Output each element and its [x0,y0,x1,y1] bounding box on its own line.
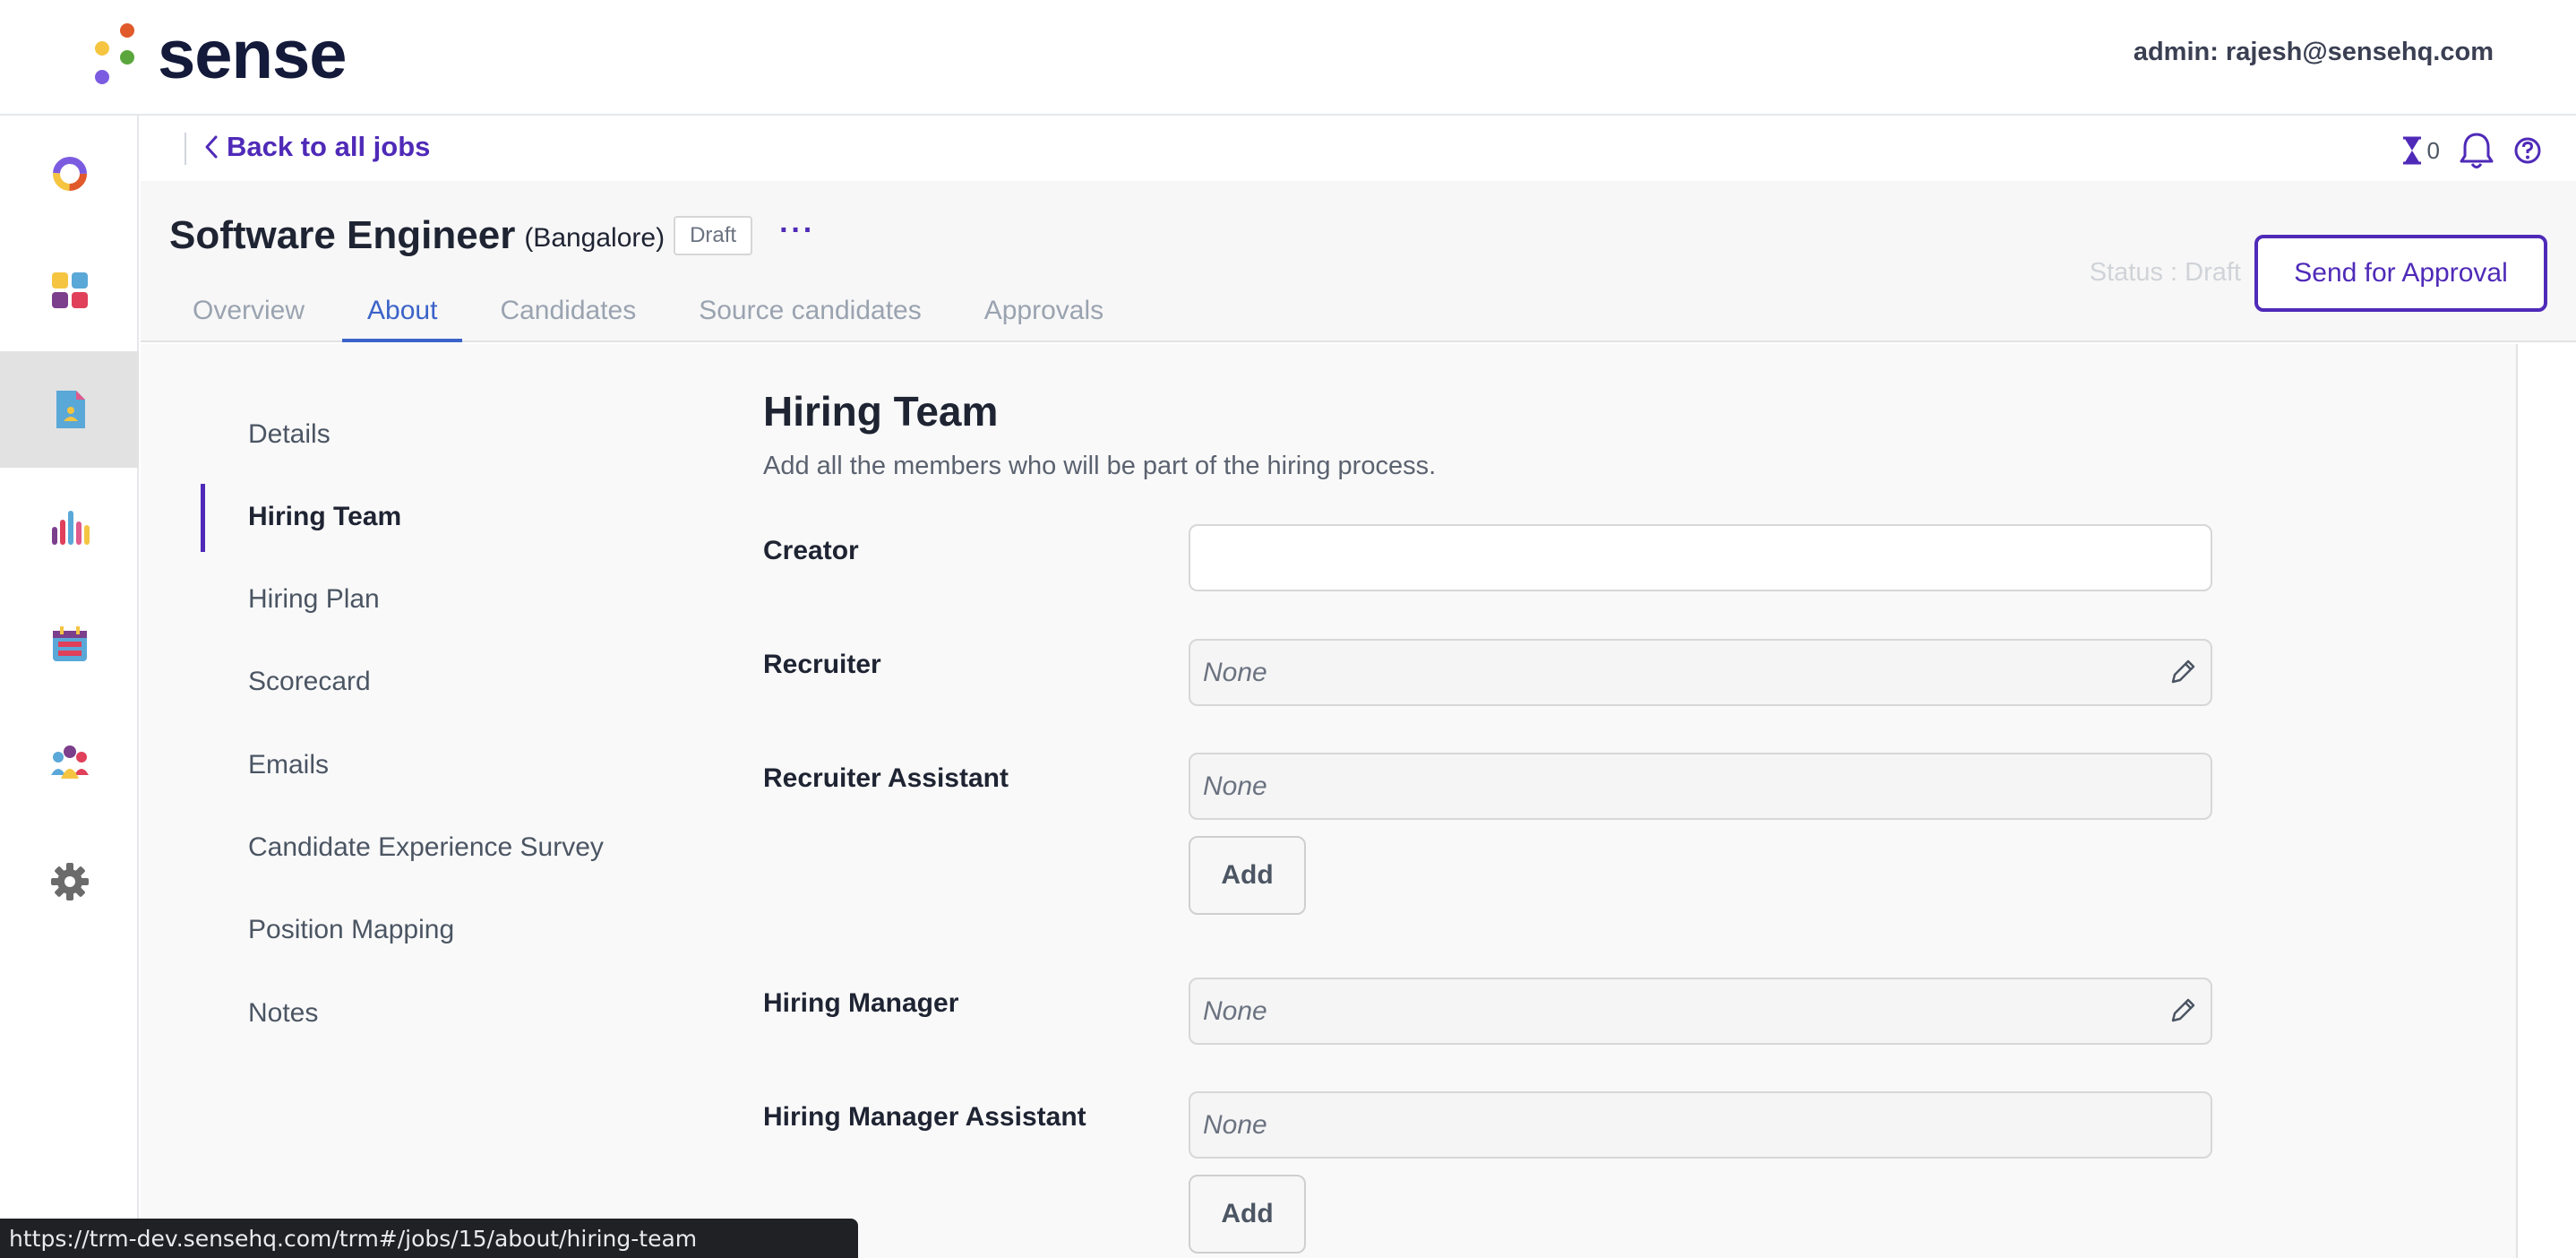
tab-candidates[interactable]: Candidates [475,285,661,342]
hiring-manager-value: None [1203,995,1267,1026]
pending-count: 0 [2426,136,2440,164]
side-nav-emails[interactable]: Emails [248,750,329,780]
job-title-row: Software Engineer (Bangalore) Draft ··· [169,213,815,258]
pencil-icon[interactable] [2168,657,2198,687]
recruiter-value: None [1203,657,1267,687]
hiring-manager-assistant-label: Hiring Manager Assistant [763,1102,1086,1132]
recruiter-field[interactable]: None [1189,639,2212,706]
hiring-manager-label: Hiring Manager [763,988,959,1018]
header-actions: 0 [2400,131,2542,170]
pending-tasks[interactable]: 0 [2400,136,2440,165]
job-location: (Bangalore) [524,223,665,253]
side-nav-hiring-team[interactable]: Hiring Team [248,502,401,532]
bar-chart-icon [51,511,90,545]
sub-header: Back to all jobs 0 [141,116,2576,181]
recruiter-label: Recruiter [763,650,881,679]
dashboard-grid-icon [51,272,88,308]
job-header: Software Engineer (Bangalore) Draft ··· … [141,181,2576,342]
rail-item-calendar[interactable] [0,586,139,702]
pencil-icon[interactable] [2168,995,2198,1026]
job-tabs: Overview About Candidates Source candida… [167,285,1141,342]
browser-status-url: https://trm-dev.sensehq.com/trm#/jobs/15… [0,1219,858,1258]
hourglass-icon [2402,136,2421,165]
creator-label: Creator [763,536,859,565]
more-options-button[interactable]: ··· [779,213,815,248]
rail-item-jobs[interactable] [0,351,139,468]
job-status-text: Status : Draft [2089,258,2241,287]
divider [185,133,186,165]
main-content: Details Hiring Team Hiring Plan Scorecar… [141,344,2516,1258]
status-badge: Draft [674,216,753,255]
back-link-label: Back to all jobs [227,131,431,162]
rail-item-dashboard-donut[interactable] [0,116,139,232]
left-rail-nav [0,116,139,1258]
section-subtitle: Add all the members who will be part of … [763,452,1437,480]
donut-chart-icon [52,157,87,191]
tab-source-candidates[interactable]: Source candidates [674,285,947,342]
recruiter-assistant-value: None [1203,771,1267,801]
recruiter-assistant-field[interactable]: None [1189,753,2212,820]
tab-overview[interactable]: Overview [167,285,330,342]
rail-item-settings[interactable] [0,823,139,940]
tab-approvals[interactable]: Approvals [959,285,1129,342]
admin-account-label[interactable]: admin: rajesh@sensehq.com [2134,38,2494,67]
hiring-manager-assistant-field[interactable]: None [1189,1091,2212,1159]
rail-item-people[interactable] [0,705,139,822]
rail-item-analytics[interactable] [0,470,139,586]
section-title: Hiring Team [763,388,999,435]
hiring-manager-assistant-value: None [1203,1109,1267,1140]
calendar-icon [52,626,87,661]
top-bar: sense admin: rajesh@sensehq.com [0,0,2576,116]
gear-icon [50,863,89,900]
chevron-left-icon [205,135,218,159]
add-hiring-manager-assistant-button[interactable]: Add [1189,1175,1306,1254]
send-for-approval-button[interactable]: Send for Approval [2254,235,2547,312]
add-recruiter-assistant-button[interactable]: Add [1189,836,1306,915]
job-document-icon [56,391,85,428]
sense-logo[interactable]: sense [93,20,347,91]
side-nav-details[interactable]: Details [248,419,331,450]
people-icon [50,745,89,779]
creator-field[interactable] [1189,524,2212,591]
help-icon[interactable] [2513,136,2542,165]
back-to-all-jobs-link[interactable]: Back to all jobs [202,131,430,163]
side-nav-notes[interactable]: Notes [248,998,318,1029]
logo-dots-icon [95,23,134,84]
brand-name: sense [158,17,347,93]
tab-about[interactable]: About [342,285,463,342]
recruiter-assistant-label: Recruiter Assistant [763,763,1009,793]
side-nav-candidate-experience-survey[interactable]: Candidate Experience Survey [248,832,604,863]
side-nav-hiring-plan[interactable]: Hiring Plan [248,584,380,615]
rail-item-apps[interactable] [0,232,139,349]
side-nav-scorecard[interactable]: Scorecard [248,667,371,697]
bell-icon[interactable] [2458,131,2495,170]
side-nav-position-mapping[interactable]: Position Mapping [248,915,454,945]
hiring-manager-field[interactable]: None [1189,978,2212,1045]
job-title: Software Engineer [169,213,516,257]
active-indicator [201,484,205,552]
right-gutter [2516,344,2576,1258]
